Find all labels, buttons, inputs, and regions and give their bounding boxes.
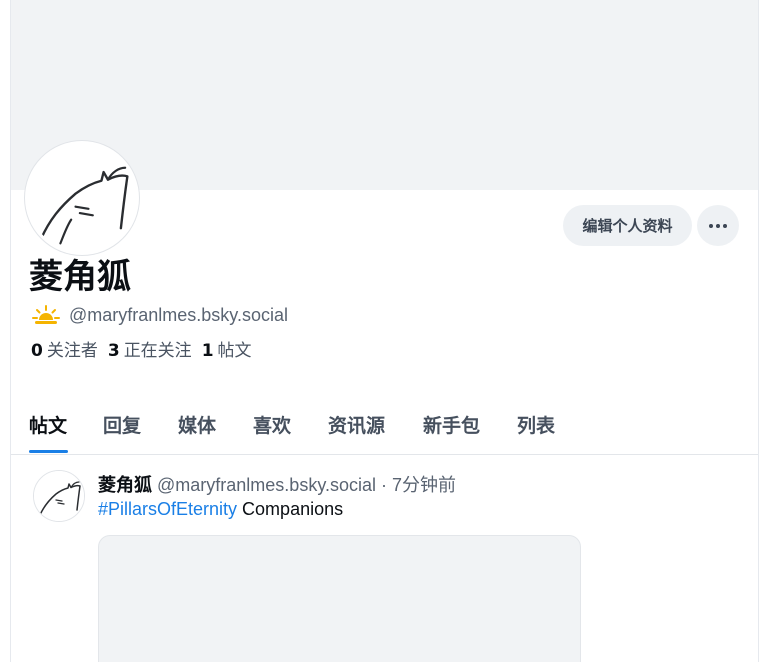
tab-likes[interactable]: 喜欢 xyxy=(253,411,291,438)
active-tab-indicator xyxy=(29,450,68,453)
fox-sketch-avatar-image xyxy=(34,471,84,521)
post-author-avatar[interactable] xyxy=(33,470,85,522)
post-header: 菱角狐 @maryfranlmes.bsky.social · 7分钟前 xyxy=(98,471,456,497)
tab-lists[interactable]: 列表 xyxy=(517,411,555,438)
tab-starter-packs[interactable]: 新手包 xyxy=(423,411,480,438)
post-timestamp[interactable]: 7分钟前 xyxy=(392,475,456,495)
display-name: 菱角狐 xyxy=(29,257,131,297)
more-options-button[interactable] xyxy=(697,205,739,246)
posts-count: 1 xyxy=(201,341,214,361)
sun-behind-cloud-icon xyxy=(32,305,60,324)
tab-feeds[interactable]: 资讯源 xyxy=(328,411,385,438)
post-image-placeholder[interactable] xyxy=(98,535,581,662)
profile-avatar[interactable] xyxy=(25,141,139,255)
followers-count: 0 xyxy=(31,341,43,361)
ellipsis-icon xyxy=(709,223,713,228)
post-hashtag-link[interactable]: #PillarsOfEternity xyxy=(98,499,237,519)
edit-profile-button[interactable]: 编辑个人资料 xyxy=(563,205,692,246)
posts-stat: 1 帖文 xyxy=(202,336,252,361)
posts-label: 帖文 xyxy=(217,341,252,361)
tab-replies[interactable]: 回复 xyxy=(103,411,141,438)
following-label: 正在关注 xyxy=(123,341,192,361)
feed-post[interactable]: 菱角狐 @maryfranlmes.bsky.social · 7分钟前 #Pi… xyxy=(11,455,758,662)
following-count: 3 xyxy=(107,341,120,361)
following-stat[interactable]: 3 正在关注 xyxy=(108,336,192,361)
tab-media[interactable]: 媒体 xyxy=(178,411,216,438)
profile-page: 编辑个人资料 菱角狐 @maryfranlmes.bsky.social 0 关注… xyxy=(10,0,759,662)
followers-label: 关注者 xyxy=(46,341,98,361)
profile-stats: 0 关注者 3 正在关注 1 帖文 xyxy=(31,336,252,361)
tab-posts[interactable]: 帖文 xyxy=(29,411,67,438)
post-body-text: Companions xyxy=(237,499,344,519)
followers-stat[interactable]: 0 关注者 xyxy=(31,336,98,361)
profile-tabs: 帖文 回复 媒体 喜欢 资讯源 新手包 列表 xyxy=(11,403,758,455)
profile-handle: @maryfranlmes.bsky.social xyxy=(69,304,288,325)
post-author-name[interactable]: 菱角狐 xyxy=(98,475,152,496)
post-author-handle[interactable]: @maryfranlmes.bsky.social xyxy=(157,475,376,495)
ellipsis-icon-dot xyxy=(716,223,720,228)
fox-sketch-avatar-image xyxy=(28,144,136,252)
post-separator: · xyxy=(381,475,388,495)
handle-row: @maryfranlmes.bsky.social xyxy=(31,302,288,328)
post-text: #PillarsOfEternity Companions xyxy=(98,499,343,520)
ellipsis-icon-dot xyxy=(723,223,727,228)
